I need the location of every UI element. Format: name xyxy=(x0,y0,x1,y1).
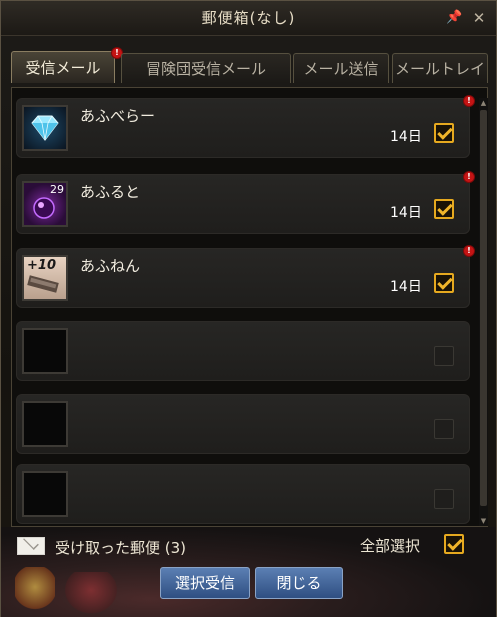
background-character-art xyxy=(15,567,55,617)
empty-item-slot xyxy=(22,401,68,447)
envelope-icon xyxy=(17,537,45,555)
mail-sender: あふねん xyxy=(80,257,141,275)
mail-list: あふべらー 14日 ! 29 あふると 14日 ! +10 あふねん 14日 !… xyxy=(11,87,488,527)
received-mail-link[interactable]: 受け取った郵便 (3) xyxy=(55,537,186,558)
mailbox-window: 郵便箱(なし) 📌 ✕ 受信メール ! 冒険団受信メール メール送信 メールトレ… xyxy=(0,0,497,617)
window-title: 郵便箱(なし) xyxy=(201,9,296,27)
tab-send-mail-label: メール送信 xyxy=(303,60,379,78)
pin-icon[interactable]: 📌 xyxy=(446,10,462,26)
close-button[interactable]: 閉じる xyxy=(255,567,343,599)
tab-mail-tray[interactable]: メールトレイ xyxy=(392,53,488,83)
mail-row[interactable]: あふべらー 14日 ! xyxy=(16,95,475,158)
mail-checkbox-disabled xyxy=(434,346,454,366)
tab-send-mail[interactable]: メール送信 xyxy=(293,53,389,83)
close-icon[interactable]: ✕ xyxy=(470,9,488,27)
scroll-up-icon[interactable]: ▲ xyxy=(479,98,488,108)
new-mail-badge: ! xyxy=(463,245,475,257)
mail-expiry: 14日 xyxy=(390,129,422,145)
mail-checkbox[interactable] xyxy=(434,123,454,143)
mail-row[interactable]: +10 あふねん 14日 ! xyxy=(16,245,475,308)
mail-checkbox[interactable] xyxy=(434,199,454,219)
empty-mail-slot xyxy=(16,394,470,454)
purple-orb-item-icon: 29 xyxy=(22,181,68,227)
mail-row[interactable]: 29 あふると 14日 ! xyxy=(16,171,475,234)
mail-sender: あふると xyxy=(80,183,141,201)
scroll-down-icon[interactable]: ▼ xyxy=(479,516,488,526)
empty-item-slot xyxy=(22,328,68,374)
new-mail-badge: ! xyxy=(463,171,475,183)
new-mail-badge: ! xyxy=(463,95,475,107)
tab-inbox[interactable]: 受信メール ! xyxy=(11,47,123,83)
empty-item-slot xyxy=(22,471,68,517)
mail-checkbox[interactable] xyxy=(434,273,454,293)
tab-inbox-label: 受信メール xyxy=(25,59,101,77)
scrollbar[interactable]: ▲ ▼ xyxy=(479,98,488,526)
tab-adventure-group-inbox-label: 冒険団受信メール xyxy=(145,60,266,78)
mail-expiry: 14日 xyxy=(390,279,422,295)
empty-mail-slot xyxy=(16,321,470,381)
mail-checkbox-disabled xyxy=(434,419,454,439)
plus10-upgrade-item-icon: +10 xyxy=(22,255,68,301)
select-all-checkbox[interactable] xyxy=(444,534,464,554)
title-bar[interactable]: 郵便箱(なし) 📌 ✕ xyxy=(1,1,496,36)
mail-sender: あふべらー xyxy=(80,107,156,125)
select-all-label: 全部選択 xyxy=(360,537,421,555)
diamond-item-icon xyxy=(22,105,68,151)
tab-adventure-group-inbox[interactable]: 冒険団受信メール xyxy=(121,53,291,83)
background-character-art xyxy=(61,572,121,617)
mail-checkbox-disabled xyxy=(434,489,454,509)
item-count: 29 xyxy=(50,183,64,196)
scroll-thumb[interactable] xyxy=(480,110,487,506)
receive-selected-button[interactable]: 選択受信 xyxy=(160,567,250,599)
tab-mail-tray-label: メールトレイ xyxy=(394,60,485,78)
mail-expiry: 14日 xyxy=(390,205,422,221)
footer: 受け取った郵便 (3) 全部選択 選択受信 閉じる xyxy=(1,527,496,617)
empty-mail-slot xyxy=(16,464,470,524)
